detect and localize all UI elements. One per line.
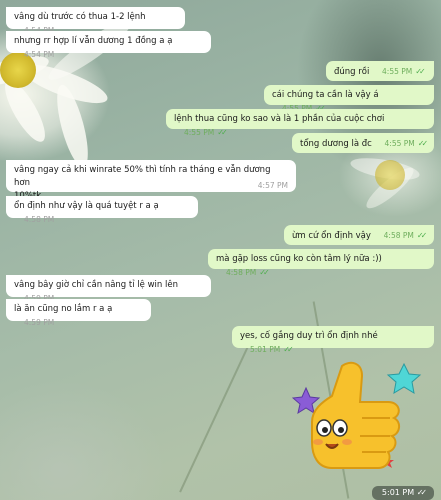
message-text: vâng dù trước có thua 1-2 lệnh bbox=[14, 12, 146, 22]
message-text: ừm cứ ổn định vậy bbox=[292, 231, 371, 241]
message-bubble-incoming[interactable]: ổn định như vậy là quá tuyệt r a ạ 4:58 … bbox=[6, 196, 198, 224]
message-text: lệnh thua cũng ko sao và là 1 phần của c… bbox=[174, 114, 385, 124]
sticker-time-badge: 5:01 PM ✓✓ bbox=[372, 486, 434, 500]
message-text: cái chúng ta cần là vậy á bbox=[272, 90, 379, 100]
message-time: 4:57 PM bbox=[257, 181, 288, 190]
message-bubble-outgoing[interactable]: đúng rồi 4:55 PM ✓✓ bbox=[326, 61, 434, 81]
message-time: 5:01 PM bbox=[250, 345, 281, 354]
read-check-icon: ✓✓ bbox=[416, 488, 428, 497]
read-check-icon: ✓✓ bbox=[283, 345, 294, 354]
message-bubble-outgoing[interactable]: ừm cứ ổn định vậy 4:58 PM ✓✓ bbox=[284, 225, 434, 245]
message-text: yes, cố gắng duy trì ổn định nhé bbox=[240, 331, 378, 341]
message-text: vâng bây giờ chỉ cần nâng tỉ lệ win lên bbox=[14, 280, 178, 290]
message-text: mà gặp loss cũng ko còn tâm lý nữa :)) bbox=[216, 254, 382, 264]
message-text: nhưng rr hợp lí vẫn dương 1 đồng a ạ bbox=[14, 36, 173, 46]
read-check-icon: ✓✓ bbox=[415, 67, 426, 76]
message-bubble-outgoing[interactable]: mà gặp loss cũng ko còn tâm lý nữa :)) 4… bbox=[208, 249, 434, 277]
read-check-icon: ✓✓ bbox=[259, 268, 270, 277]
read-check-icon: ✓✓ bbox=[417, 139, 429, 148]
thumbs-up-sticker-icon bbox=[291, 361, 422, 469]
message-bubble-outgoing[interactable]: lệnh thua cũng ko sao và là 1 phần của c… bbox=[166, 109, 434, 137]
message-time: 4:55 PM bbox=[384, 139, 415, 148]
message-time: 4:59 PM bbox=[24, 318, 55, 327]
sticker-time: 5:01 PM bbox=[381, 488, 415, 497]
message-time: 4:55 PM bbox=[184, 128, 215, 137]
read-check-icon: ✓✓ bbox=[217, 128, 228, 137]
message-bubble-outgoing[interactable]: tổng dương là đc 4:55 PM ✓✓ bbox=[292, 133, 434, 153]
read-check-icon: ✓✓ bbox=[416, 231, 428, 240]
message-time: 4:54 PM bbox=[24, 50, 55, 59]
thumbs-up-sticker[interactable] bbox=[291, 352, 432, 484]
message-time: 4:58 PM bbox=[24, 215, 55, 224]
message-text: tổng dương là đc bbox=[300, 139, 372, 149]
message-time: 4:58 PM bbox=[226, 268, 257, 277]
message-text-line: vâng ngay cả khi winrate 50% thì tính ra… bbox=[14, 165, 271, 188]
message-bubble-incoming[interactable]: vâng dù trước có thua 1-2 lệnh 4:54 PM bbox=[6, 7, 185, 35]
message-bubble-incoming[interactable]: nhưng rr hợp lí vẫn dương 1 đồng a ạ 4:5… bbox=[6, 31, 211, 59]
message-bubble-incoming[interactable]: là ăn cũng no lắm r a ạ 4:59 PM bbox=[6, 299, 151, 327]
message-bubble-outgoing[interactable]: cái chúng ta cần là vậy á 4:55 PM✓✓ bbox=[264, 85, 434, 113]
message-bubble-incoming[interactable]: vâng ngay cả khi winrate 50% thì tính ra… bbox=[6, 160, 296, 201]
message-bubble-outgoing[interactable]: yes, cố gắng duy trì ổn định nhé 5:01 PM… bbox=[232, 326, 434, 354]
message-time: 4:58 PM bbox=[383, 231, 414, 240]
message-text: là ăn cũng no lắm r a ạ bbox=[14, 304, 113, 314]
message-bubble-incoming[interactable]: vâng bây giờ chỉ cần nâng tỉ lệ win lên … bbox=[6, 275, 211, 303]
message-text: đúng rồi bbox=[334, 67, 370, 77]
message-time: 4:55 PM bbox=[382, 67, 413, 76]
message-text: ổn định như vậy là quá tuyệt r a ạ bbox=[14, 201, 159, 211]
